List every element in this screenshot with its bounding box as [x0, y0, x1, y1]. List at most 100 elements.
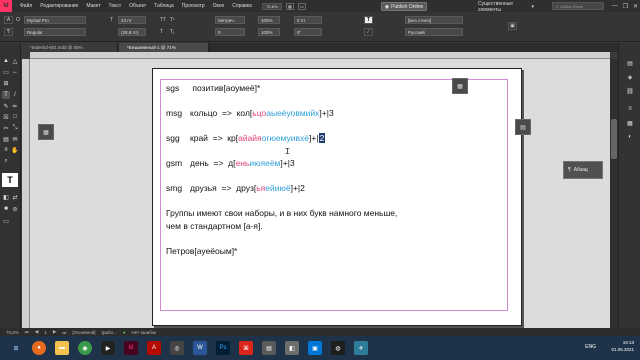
superscript-toggle[interactable]: T¹	[170, 17, 175, 23]
photoshop-icon[interactable]: Ps	[216, 341, 230, 355]
character-format-icon[interactable]: A	[4, 16, 13, 24]
app-icon-12[interactable]: ▤	[262, 341, 276, 355]
caps-toggle[interactable]: TT	[160, 17, 166, 23]
subscript-toggle[interactable]: T₁	[170, 29, 175, 35]
color-panel-icon[interactable]: ◐	[626, 133, 634, 141]
word-icon[interactable]: W	[193, 341, 207, 355]
direct-selection-tool-icon[interactable]: △	[11, 57, 19, 65]
firefox-icon[interactable]: ●	[32, 341, 46, 355]
acrobat-icon[interactable]: ⌘	[239, 341, 253, 355]
minimize-icon[interactable]: —	[612, 3, 618, 9]
first-page-icon[interactable]: ⏮	[25, 330, 29, 335]
tab-document-2[interactable]: *Безымянный-1 @ 71%	[119, 43, 209, 52]
new-frame-icon[interactable]: ▣	[508, 22, 517, 30]
menu-layout[interactable]: Макет	[86, 3, 100, 9]
screen-mode-tool-icon[interactable]: ▭	[2, 217, 10, 225]
gap-tool-icon[interactable]: ↔	[11, 68, 19, 76]
close-icon[interactable]: ✕	[633, 3, 638, 10]
font-size-field[interactable]: 24 пт	[118, 16, 146, 24]
app-icon-14[interactable]: ▣	[308, 341, 322, 355]
status-zoom[interactable]: 70,6%	[6, 330, 19, 335]
status-style[interactable]: [Основной]	[72, 330, 95, 335]
scrollbar-thumb[interactable]	[611, 119, 617, 159]
horizontal-ruler[interactable]	[30, 52, 610, 59]
scissors-tool-icon[interactable]: ✂	[2, 124, 10, 132]
camera-icon[interactable]: ◎	[170, 341, 184, 355]
indesign-taskbar-icon[interactable]: Id	[124, 341, 138, 355]
status-page-number[interactable]: 1	[44, 330, 47, 335]
default-colors-icon[interactable]: ◧	[2, 193, 10, 201]
font-family-field[interactable]: Myriad Pro	[24, 16, 86, 24]
swatches-panel-icon[interactable]: ▦	[626, 119, 634, 127]
content-collector-icon[interactable]: ⊞	[2, 79, 10, 87]
note-tool-icon[interactable]: ✉	[11, 135, 19, 143]
adobe-reader-icon[interactable]: A	[147, 341, 161, 355]
stroke-panel-icon[interactable]: ≡	[626, 105, 634, 113]
swap-colors-icon[interactable]: ⇄	[11, 193, 19, 201]
apply-color-icon[interactable]: ■	[2, 205, 10, 213]
file-explorer-icon[interactable]: ▬	[55, 341, 69, 355]
text-fill-icon[interactable]: T	[364, 16, 373, 24]
menu-object[interactable]: Объект	[129, 3, 146, 9]
chrome-icon[interactable]: ◉	[78, 341, 92, 355]
app-icon-16[interactable]: ✈	[354, 341, 368, 355]
maximize-icon[interactable]: ❐	[623, 3, 628, 10]
menu-view[interactable]: Просмотр	[182, 3, 205, 9]
apply-none-icon[interactable]: ⊘	[11, 205, 19, 213]
selection-tool-icon[interactable]: ▲	[2, 57, 10, 65]
media-player-icon[interactable]: ▶	[101, 341, 115, 355]
selected-text[interactable]: 2	[318, 133, 326, 143]
prev-page-icon[interactable]: ◀	[35, 329, 38, 335]
links-panel-icon[interactable]: ⛓	[626, 87, 634, 95]
character-style-select[interactable]: [Без стиля]	[405, 16, 463, 24]
input-language[interactable]: ENG	[585, 344, 596, 350]
menu-type[interactable]: Текст	[109, 3, 122, 9]
zoom-tool-icon[interactable]: ⌕	[2, 157, 10, 165]
workspace-select[interactable]: Существенные элементы ▾	[478, 1, 534, 13]
screen-mode-icon[interactable]: ▭	[297, 2, 306, 10]
baseline-shift-field[interactable]: 0 пт	[294, 16, 322, 24]
floating-panel-icon[interactable]: ▦	[452, 78, 468, 94]
skew-field[interactable]: 0°	[294, 28, 322, 36]
menu-table[interactable]: Таблица	[154, 3, 174, 9]
vertical-scale-field[interactable]: 100%	[258, 16, 280, 24]
font-style-field[interactable]: Regular	[24, 28, 86, 36]
next-page-icon[interactable]: ▶	[53, 329, 56, 335]
pencil-tool-icon[interactable]: ✏	[11, 102, 19, 110]
type-tool-icon[interactable]: T	[2, 91, 10, 99]
layers-panel-icon[interactable]: ◈	[626, 73, 634, 81]
app-icon-13[interactable]: ◧	[285, 341, 299, 355]
pen-tool-icon[interactable]: ✎	[2, 102, 10, 110]
publish-online-button[interactable]: ◉ Publish Online	[381, 2, 427, 11]
adobe-stock-search-input[interactable]: ⌕ Adobe Stock	[552, 2, 604, 10]
language-select[interactable]: Русский	[405, 28, 463, 36]
page-tool-icon[interactable]: ▭	[2, 68, 10, 76]
floating-panel-icon-3[interactable]: ▦	[38, 124, 54, 140]
floating-panel-icon-2[interactable]: ▤	[515, 119, 531, 135]
vertical-ruler[interactable]	[22, 59, 30, 328]
hand-tool-icon[interactable]: ✋	[11, 146, 19, 154]
menu-edit[interactable]: Редактирование	[40, 3, 78, 9]
underline-toggle[interactable]: T	[160, 29, 163, 35]
menu-file[interactable]: Файл	[20, 3, 32, 9]
rectangle-tool-icon[interactable]: □	[11, 113, 19, 121]
windows-start-icon[interactable]: ⊞	[9, 341, 23, 355]
app-icon-15[interactable]: ◍	[331, 341, 345, 355]
line-tool-icon[interactable]: /	[11, 91, 19, 99]
pages-panel-icon[interactable]: ▤	[626, 59, 634, 67]
text-stroke-icon[interactable]: ⁄	[364, 28, 373, 36]
gradient-tool-icon[interactable]: ▤	[2, 135, 10, 143]
menu-window[interactable]: Окно	[213, 3, 225, 9]
text-frame[interactable]: sgs позитив[аоумеё]* msg кольцо => кол[ьц…	[166, 79, 466, 279]
clock[interactable]: 19:13 01.06.2021	[611, 339, 634, 353]
zoom-level-select[interactable]: 70,6%	[261, 2, 282, 10]
eyedropper-tool-icon[interactable]: ⌽	[2, 146, 10, 154]
last-page-icon[interactable]: ⏭	[62, 330, 66, 335]
paragraph-format-icon[interactable]: ¶	[4, 28, 13, 36]
leading-field[interactable]: (28,8 пт)	[118, 28, 146, 36]
horizontal-scale-field[interactable]: 100%	[258, 28, 280, 36]
kerning-field[interactable]: Метрич.	[215, 16, 245, 24]
menu-help[interactable]: Справка	[232, 3, 252, 9]
tracking-field[interactable]: 0	[215, 28, 245, 36]
paragraph-panel-button[interactable]: ¶ Абзац	[563, 161, 603, 179]
